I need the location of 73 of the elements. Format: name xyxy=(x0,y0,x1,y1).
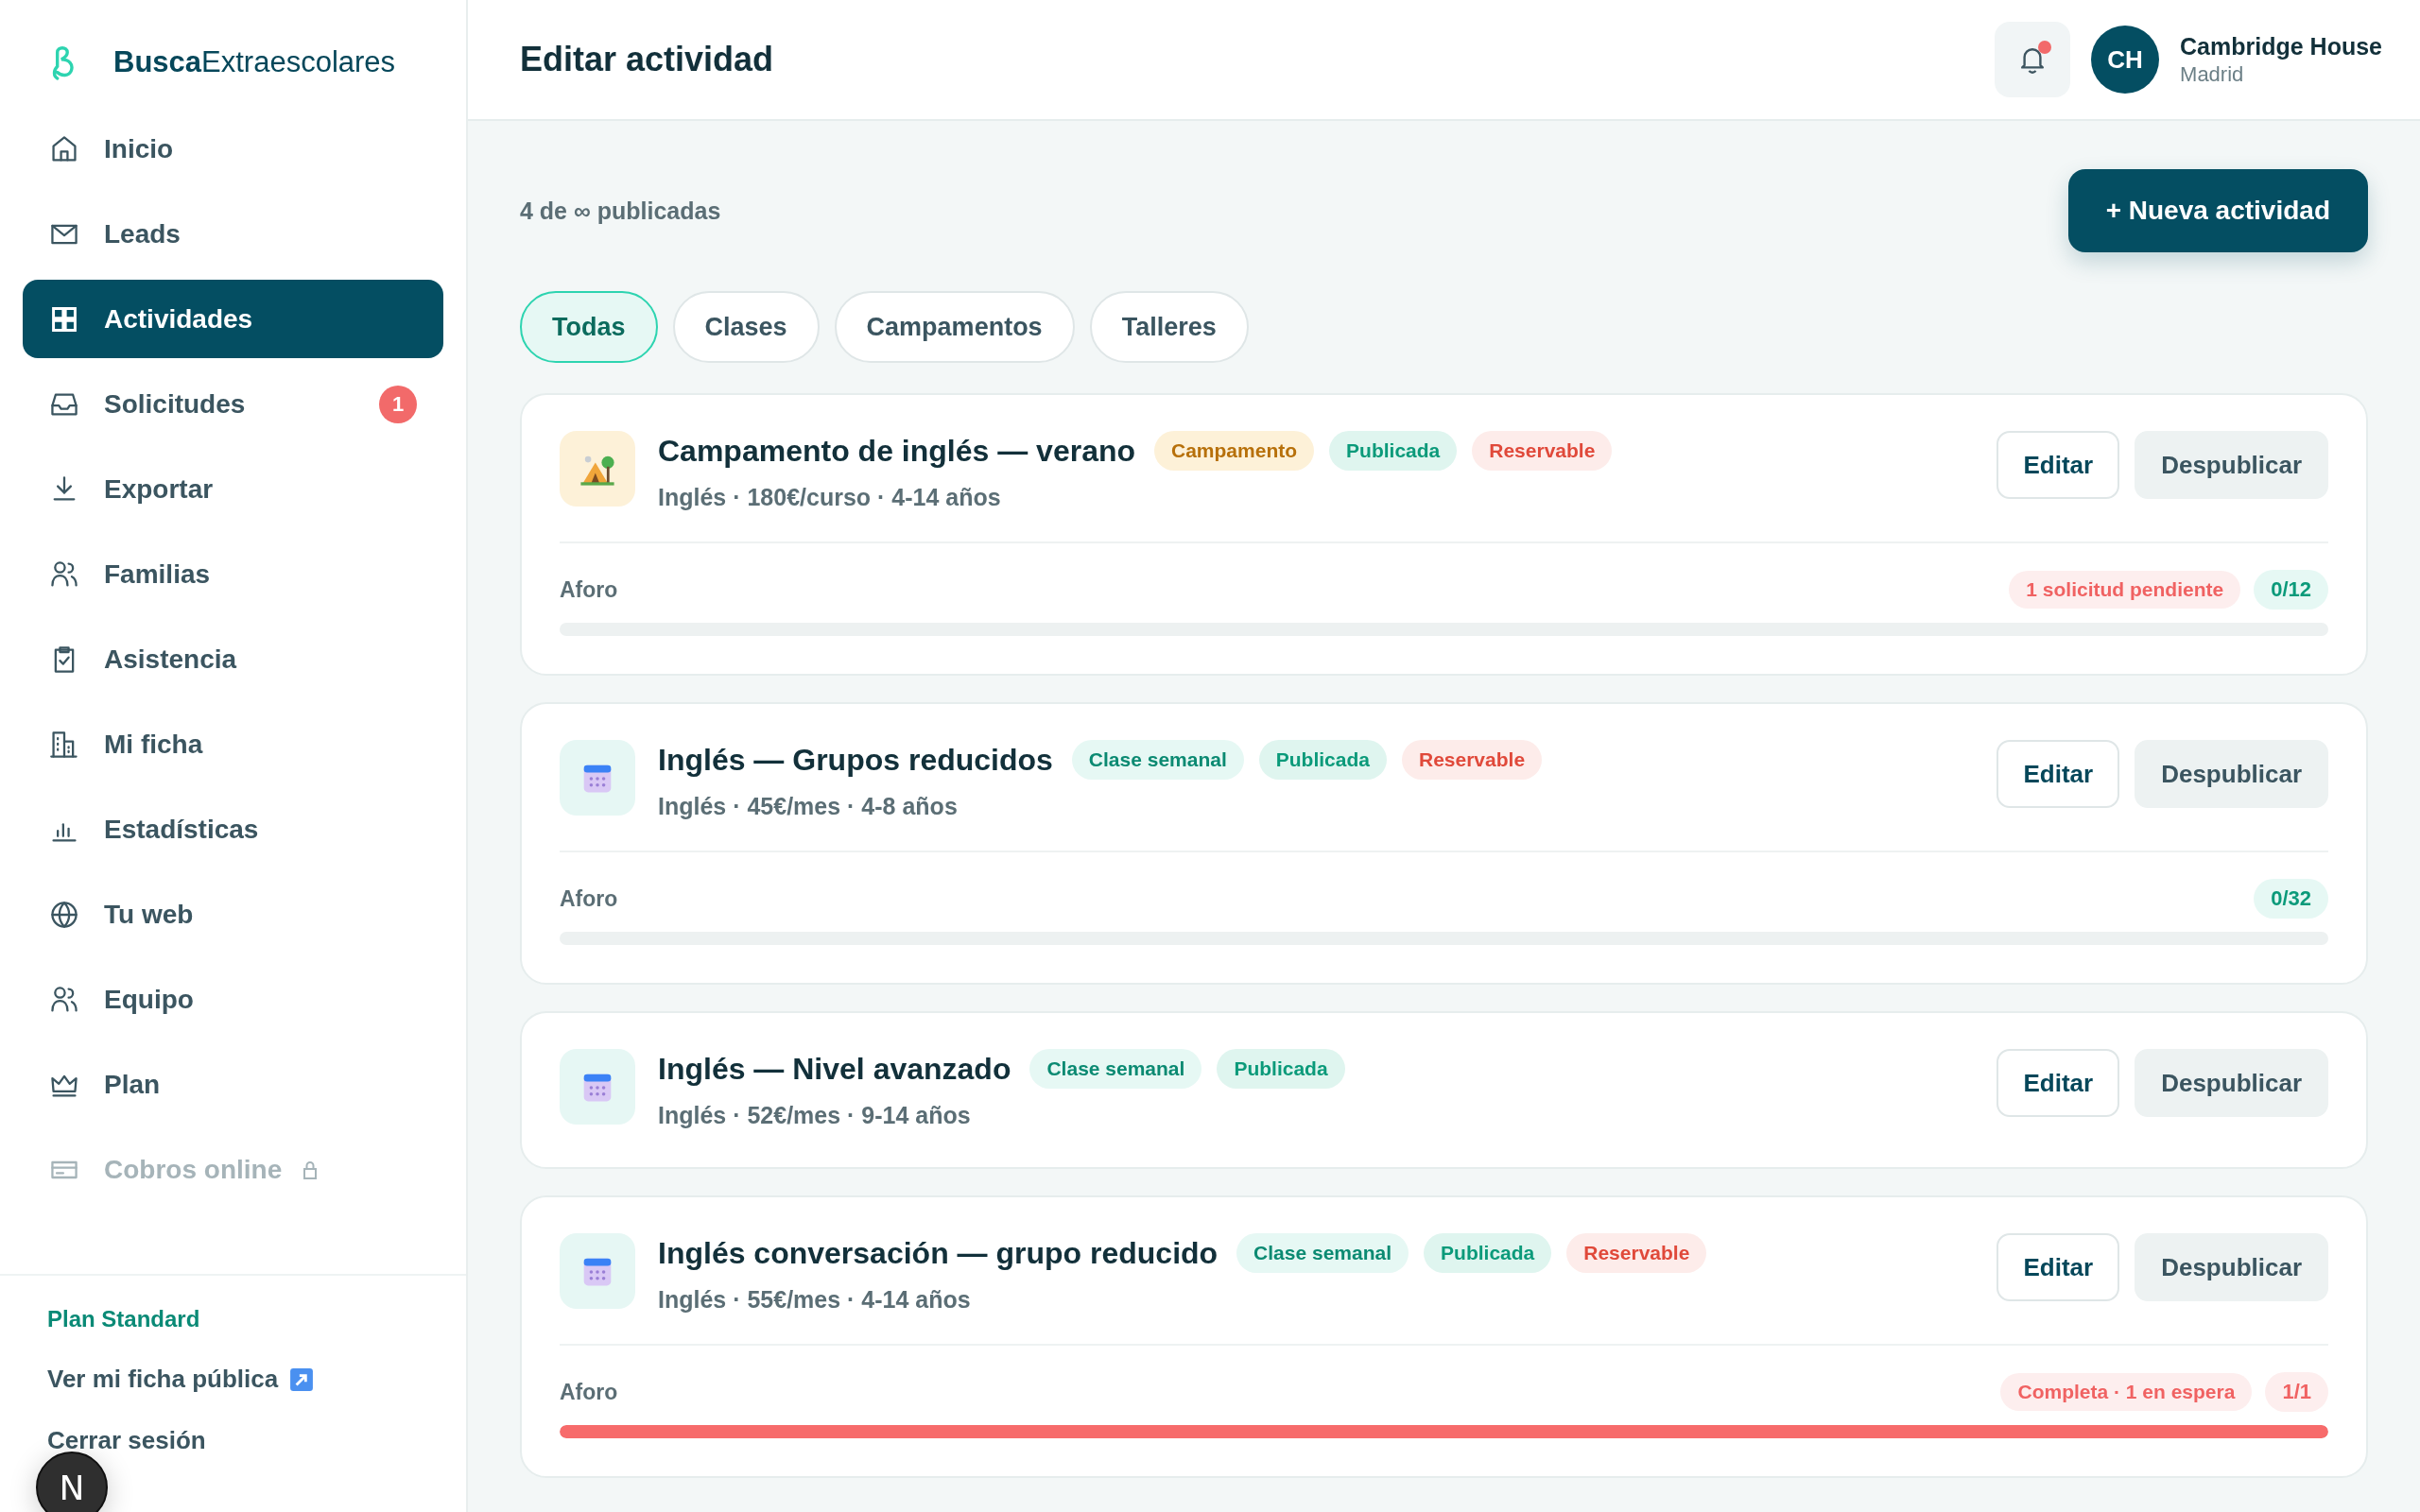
nav-item[interactable]: Estadísticas xyxy=(23,790,443,868)
users-icon xyxy=(49,558,79,590)
count-badge: 1 xyxy=(379,385,417,423)
activity-title: Campamento de inglés — verano xyxy=(658,433,1135,469)
capacity-label: Aforo xyxy=(560,885,618,912)
status-tag: Campamento xyxy=(1154,431,1315,471)
edit-button[interactable]: Editar xyxy=(1996,1233,2120,1301)
status-tag: Clase semanal xyxy=(1029,1049,1202,1089)
capacity-count: 0/32 xyxy=(2254,879,2328,919)
camp-icon xyxy=(560,431,635,507)
activity-title: Inglés conversación — grupo reducido xyxy=(658,1235,1219,1271)
nav-item[interactable]: Inicio xyxy=(23,110,443,188)
calendar-icon xyxy=(560,740,635,816)
capacity-label: Aforo xyxy=(560,1379,618,1405)
activity-details: Inglés · 52€/mes · 9-14 años xyxy=(658,1102,972,1129)
nav-item[interactable]: Equipo xyxy=(23,960,443,1039)
status-tag: Reservable xyxy=(1402,740,1543,780)
status-tag: Reservable xyxy=(1472,431,1613,471)
filter-tab[interactable]: Clases xyxy=(672,291,820,363)
nav-item[interactable]: Plan xyxy=(23,1045,443,1124)
unpublish-button[interactable]: Despublicar xyxy=(2135,1233,2328,1301)
building-icon xyxy=(49,729,79,760)
nav-item[interactable]: Familias xyxy=(23,535,443,613)
capacity-count: 1/1 xyxy=(2265,1372,2328,1412)
status-tag: Publicada xyxy=(1217,1049,1345,1089)
nav-item[interactable]: Mi ficha xyxy=(23,705,443,783)
new-activity-button[interactable]: + Nueva actividad xyxy=(2067,169,2368,252)
activity-details: Inglés · 180€/curso · 4-14 años xyxy=(658,484,1002,511)
capacity-count: 0/12 xyxy=(2254,570,2328,610)
external-link-icon xyxy=(289,1366,315,1392)
nav-item[interactable]: Leads xyxy=(23,195,443,273)
filter-tab[interactable]: Todas xyxy=(520,291,658,363)
edit-button[interactable]: Editar xyxy=(1996,431,2120,499)
unpublish-button[interactable]: Despublicar xyxy=(2135,1049,2328,1117)
edit-button[interactable]: Editar xyxy=(1996,740,2120,808)
published-count: 4 de ∞ publicadas xyxy=(520,197,721,225)
brand-name: BuscaExtraescolares xyxy=(113,45,396,79)
calendar-icon xyxy=(560,1049,635,1125)
activity-details: Inglés · 45€/mes · 4-8 años xyxy=(658,793,959,820)
unpublish-button[interactable]: Despublicar xyxy=(2135,431,2328,499)
avatar[interactable]: CH xyxy=(2091,26,2160,94)
status-tag: Reservable xyxy=(1566,1233,1707,1273)
plan-name: Plan Standard xyxy=(47,1306,201,1332)
activity-details: Inglés · 55€/mes · 4-14 años xyxy=(658,1286,972,1314)
organization-city: Madrid xyxy=(2180,61,2245,87)
globe-icon xyxy=(49,899,79,930)
nav-item[interactable]: Exportar xyxy=(23,450,443,528)
page-title: Editar actividad xyxy=(520,40,774,79)
calendar-icon xyxy=(560,1233,635,1309)
home-icon xyxy=(49,133,79,164)
nav-item[interactable]: Tu web xyxy=(23,875,443,954)
status-tag: Publicada xyxy=(1258,740,1387,780)
nav-item[interactable]: Actividades xyxy=(23,280,443,358)
status-tag: Publicada xyxy=(1424,1233,1552,1273)
capacity-notice: 1 solicitud pendiente xyxy=(2009,571,2241,609)
filter-tab[interactable]: Talleres xyxy=(1089,291,1249,363)
unpublish-button[interactable]: Despublicar xyxy=(2135,740,2328,808)
organization-name: Cambridge House xyxy=(2180,32,2382,60)
capacity-label: Aforo xyxy=(560,576,618,603)
edit-button[interactable]: Editar xyxy=(1996,1049,2120,1117)
status-tag: Clase semanal xyxy=(1236,1233,1409,1273)
users-icon xyxy=(49,984,79,1015)
activity-title: Inglés — Grupos reducidos xyxy=(658,742,1053,778)
nav-item[interactable]: Solicitudes 1 xyxy=(23,365,443,443)
capacity-notice: Completa · 1 en espera xyxy=(2000,1373,2253,1411)
status-tag: Publicada xyxy=(1329,431,1458,471)
nav-item[interactable]: Asistencia xyxy=(23,620,443,698)
public-profile-link[interactable]: Ver mi ficha pública xyxy=(47,1365,315,1394)
status-tag: Clase semanal xyxy=(1071,740,1244,780)
notifications-button[interactable] xyxy=(1995,22,2071,97)
dev-tools-button[interactable]: N xyxy=(36,1452,108,1512)
filter-tab[interactable]: Campamentos xyxy=(834,291,1075,363)
activity-title: Inglés — Nivel avanzado xyxy=(658,1051,1011,1087)
